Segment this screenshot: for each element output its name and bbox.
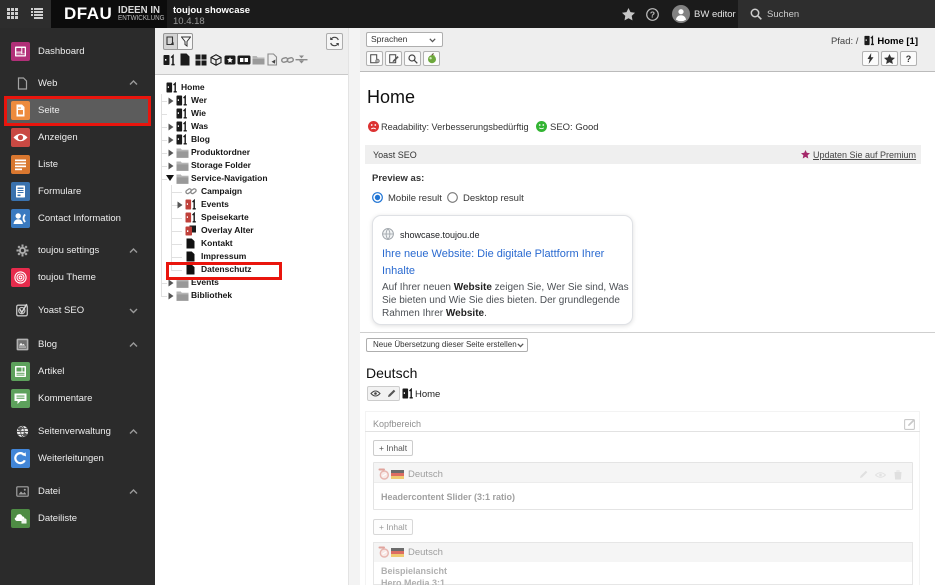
- svg-text:?: ?: [650, 9, 655, 19]
